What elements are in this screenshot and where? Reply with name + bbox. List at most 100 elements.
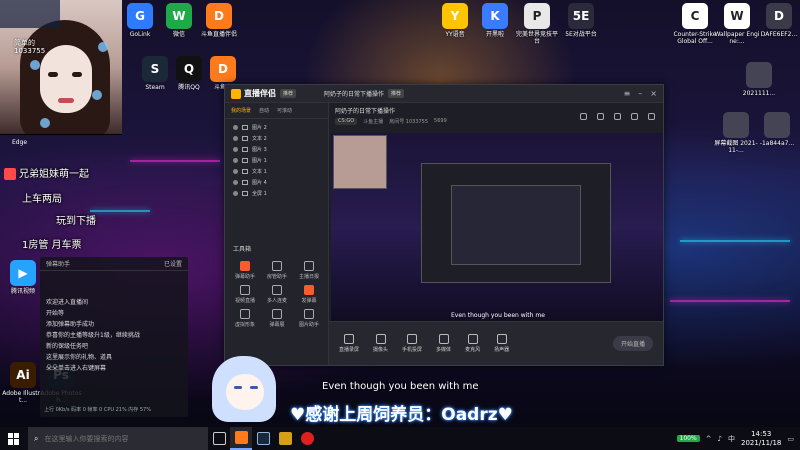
scene-item[interactable]: 图片 1 xyxy=(225,155,328,166)
desktop-icon[interactable]: 屏幕截图 2021-11-... xyxy=(713,112,759,154)
lock-icon[interactable] xyxy=(242,180,248,185)
share-icon[interactable] xyxy=(580,113,587,120)
source-button[interactable]: 直播录屏 xyxy=(339,334,359,353)
room-category[interactable]: CS:GO xyxy=(335,118,358,125)
lock-icon[interactable] xyxy=(242,136,248,141)
desktop-icon[interactable]: 2021111... xyxy=(736,62,782,97)
desktop-icon-label: 开黑啦 xyxy=(485,31,504,38)
scene-item[interactable]: 文本 2 xyxy=(225,133,328,144)
scene-item[interactable]: 文本 1 xyxy=(225,166,328,177)
desktop-icon[interactable]: K 开黑啦 xyxy=(472,3,518,38)
visibility-icon[interactable] xyxy=(233,125,238,130)
system-tray: 100% ^ ♪ 中 14:53 2021/11/18 ▭ xyxy=(676,430,800,448)
visibility-icon[interactable] xyxy=(233,191,238,196)
danmaku-message: 恭喜你的主播等级升1级，继续挑战 xyxy=(46,332,140,339)
desktop-icon[interactable]: 5E 5E对战平台 xyxy=(558,3,604,38)
toolbox-item[interactable]: 弹幕助手 xyxy=(229,261,261,280)
visibility-icon[interactable] xyxy=(233,136,238,141)
app-version-badge: 推荐 xyxy=(280,89,297,98)
scene-item[interactable]: 全屏 1 xyxy=(225,188,328,199)
tool-label: 主播日报 xyxy=(298,274,319,280)
app-icon: D xyxy=(210,56,236,82)
lock-icon[interactable] xyxy=(242,191,248,196)
minimize-icon[interactable]: – xyxy=(638,89,642,98)
source-button[interactable]: 摄像头 xyxy=(373,334,388,353)
toolbox-grid: 弹幕助手 房管助手 主播日报视频直播 多人连麦 发弹幕虚拟形象 弹幕展 图片助手 xyxy=(229,261,325,328)
source-button-label: 多媒体 xyxy=(436,347,452,353)
start-live-button[interactable]: 开始直播 xyxy=(612,336,653,351)
app-logo: 直播伴侣 xyxy=(231,88,276,99)
battery-indicator[interactable]: 100% xyxy=(676,435,700,442)
scene-tab[interactable]: 我的场景 xyxy=(231,107,251,114)
lock-icon[interactable] xyxy=(242,125,248,130)
source-icon xyxy=(496,334,507,344)
taskbar-app-steam[interactable] xyxy=(252,427,274,450)
start-button[interactable] xyxy=(0,427,28,450)
fans-icon[interactable] xyxy=(614,113,621,120)
visibility-icon[interactable] xyxy=(233,180,238,185)
tool-label: 图片助手 xyxy=(298,322,319,328)
taskbar-app-douyu[interactable] xyxy=(230,427,252,450)
taskbar-search[interactable]: ⌕ xyxy=(28,427,208,450)
chat-overlay-line: 上车两局 xyxy=(22,194,62,205)
danmaku-assistant-panel: 弹幕助手 已设置 欢迎进入直播间 开始等 添加弹幕助手成功 恭喜你的主播等级升1级，继… xyxy=(40,257,188,417)
volume-icon[interactable]: ♪ xyxy=(718,435,722,443)
stream-preview[interactable]: Even though you been with me xyxy=(331,133,663,323)
desktop-icon[interactable]: D DAFE6EF2... xyxy=(756,3,800,38)
danmaku-setting-button[interactable]: 已设置 xyxy=(164,259,182,268)
toolbox-item[interactable]: 弹幕展 xyxy=(261,309,293,328)
scene-item-label: 图片 2 xyxy=(252,125,267,131)
notification-center-icon[interactable]: ▭ xyxy=(787,435,794,443)
source-button[interactable]: 扬声器 xyxy=(494,334,509,353)
visibility-icon[interactable] xyxy=(233,147,238,152)
toolbox-item[interactable]: 多人连麦 xyxy=(261,285,293,304)
app-titlebar[interactable]: 直播伴侣 推荐 阿奶子的日常下播操作 推荐 ≡ – × xyxy=(225,85,663,103)
toolbox-item[interactable]: 主播日报 xyxy=(293,261,325,280)
source-button[interactable]: 麦克风 xyxy=(465,334,480,353)
danmaku-message: 添加弹幕助手成功 xyxy=(46,321,95,328)
desktop-icon[interactable]: W Wallpaper Engine:... xyxy=(714,3,760,45)
lock-icon[interactable] xyxy=(242,147,248,152)
room-title: 阿奶子的日常下播操作 xyxy=(324,91,385,98)
scene-item[interactable]: 图片 4 xyxy=(225,177,328,188)
toolbox-item[interactable]: 房管助手 xyxy=(261,261,293,280)
toolbox-item[interactable]: 视频直播 xyxy=(229,285,261,304)
task-view-button[interactable] xyxy=(208,427,230,450)
scene-item[interactable]: 图片 3 xyxy=(225,144,328,155)
toolbox-item[interactable]: 虚拟形象 xyxy=(229,309,261,328)
scene-item-label: 文本 2 xyxy=(252,136,267,142)
search-input[interactable] xyxy=(44,434,195,443)
chevron-up-icon[interactable]: ^ xyxy=(706,435,712,443)
clock[interactable]: 14:53 2021/11/18 xyxy=(741,430,781,448)
gift-icon[interactable] xyxy=(597,113,604,120)
desktop-icon[interactable]: C Counter-Strike Global Off... xyxy=(672,3,718,45)
scene-tab[interactable]: 自动 xyxy=(259,107,269,114)
lock-icon[interactable] xyxy=(242,158,248,163)
visibility-icon[interactable] xyxy=(233,169,238,174)
stream-companion-window[interactable]: 直播伴侣 推荐 阿奶子的日常下播操作 推荐 ≡ – × 我的场景 自动 可滚动 图片… xyxy=(224,84,664,366)
source-button[interactable]: 手机投屏 xyxy=(402,334,422,353)
lock-icon[interactable] xyxy=(242,169,248,174)
app-icon: Y xyxy=(442,3,468,29)
scene-sidebar: 我的场景 自动 可滚动 图片 2 文本 2 图片 3 图片 1 文本 1 图片 4 全屏 1 工… xyxy=(225,103,329,365)
visibility-icon[interactable] xyxy=(233,158,238,163)
menu-icon[interactable]: ≡ xyxy=(624,89,631,98)
taskbar-app-csgo[interactable] xyxy=(274,427,296,450)
scene-tab[interactable]: 可滚动 xyxy=(277,107,292,114)
toolbox-item[interactable]: 发弹幕 xyxy=(293,285,325,304)
desktop-icon[interactable]: P 完美世界竞技平台 xyxy=(514,3,560,45)
ime-indicator[interactable]: 中 xyxy=(728,434,735,444)
toolbox-item[interactable]: 图片助手 xyxy=(293,309,325,328)
desktop-icon[interactable]: -1a844a7... xyxy=(754,112,800,147)
desktop-icon[interactable]: D 斗鱼直播伴侣 xyxy=(196,3,242,38)
notification-icon[interactable] xyxy=(631,113,638,120)
edge-icon-label[interactable]: Edge xyxy=(12,139,27,146)
app-icon: S xyxy=(142,56,168,82)
subtitle-english: Even though you been with me xyxy=(322,381,479,392)
scene-item-label: 文本 1 xyxy=(252,169,267,175)
settings-icon[interactable] xyxy=(648,113,655,120)
taskbar-app-netease[interactable] xyxy=(296,427,318,450)
close-icon[interactable]: × xyxy=(650,89,657,98)
source-button[interactable]: 多媒体 xyxy=(436,334,451,353)
scene-item[interactable]: 图片 2 xyxy=(225,122,328,133)
